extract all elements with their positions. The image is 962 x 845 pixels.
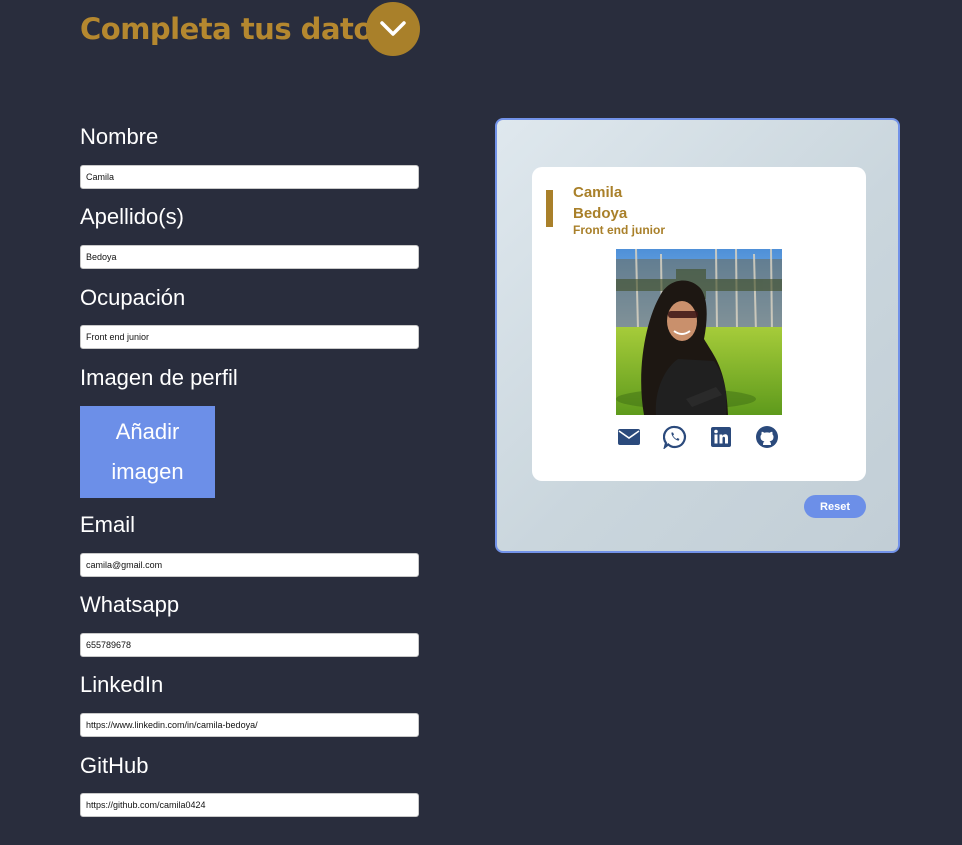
whatsapp-link[interactable] — [662, 425, 687, 450]
profile-photo — [616, 249, 782, 415]
name-input[interactable] — [80, 165, 419, 189]
github-label: GitHub — [80, 753, 149, 778]
business-card: Camila Bedoya Front end junior — [532, 167, 866, 481]
name-label: Nombre — [80, 124, 159, 149]
section-title: Completa tus datos — [80, 12, 390, 46]
email-input[interactable] — [80, 553, 419, 577]
add-image-button-line1: Añadir — [115, 419, 180, 444]
profile-image-label: Imagen de perfil — [80, 365, 238, 390]
linkedin-link[interactable] — [709, 425, 733, 449]
whatsapp-input[interactable] — [80, 633, 419, 657]
github-input[interactable] — [80, 793, 419, 817]
card-preview-panel: Camila Bedoya Front end junior Reset — [495, 118, 900, 553]
chevron-down-icon — [380, 21, 406, 36]
lastname-label: Apellido(s) — [80, 204, 184, 229]
add-image-button[interactable]: Añadir imagen — [80, 406, 215, 498]
linkedin-icon — [711, 427, 731, 447]
reset-button[interactable]: Reset — [804, 495, 866, 518]
collapse-toggle-button[interactable] — [366, 2, 420, 56]
social-links — [617, 425, 779, 450]
card-name: Camila — [573, 184, 623, 201]
page: Completa tus datos Nombre Apellido(s) Oc… — [0, 0, 962, 845]
github-icon — [756, 426, 778, 448]
job-input[interactable] — [80, 325, 419, 349]
linkedin-input[interactable] — [80, 713, 419, 737]
linkedin-label: LinkedIn — [80, 672, 164, 697]
card-job: Front end junior — [573, 223, 665, 237]
github-link[interactable] — [755, 425, 779, 449]
card-lastname: Bedoya — [573, 205, 628, 222]
lastname-input[interactable] — [80, 245, 419, 269]
card-fullname: Camila Bedoya — [573, 182, 627, 224]
card-accent-bar — [546, 190, 553, 227]
add-image-button-line2: imagen — [111, 459, 184, 484]
job-label: Ocupación — [80, 285, 186, 310]
whatsapp-label: Whatsapp — [80, 592, 180, 617]
whatsapp-icon — [662, 425, 687, 450]
envelope-icon — [618, 429, 640, 445]
email-label: Email — [80, 512, 136, 537]
email-link[interactable] — [617, 425, 641, 449]
